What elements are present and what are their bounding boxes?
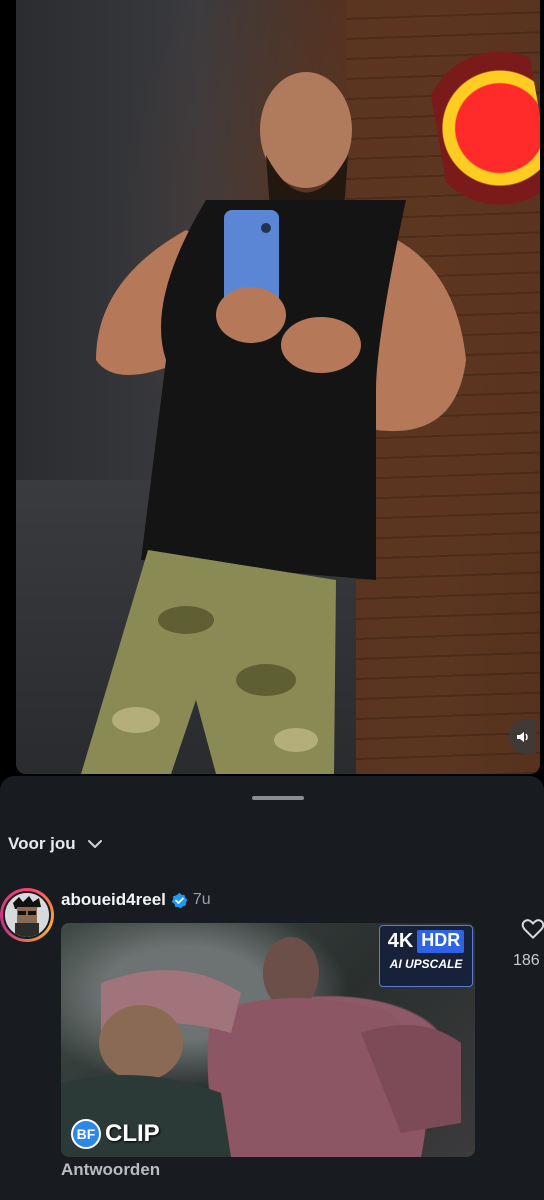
clip-logo-icon: BF [71,1119,101,1149]
chevron-down-icon [87,840,102,848]
clip-badge: BF CLIP [71,1119,160,1149]
like-button[interactable] [518,916,544,947]
feed-label: Voor jou [8,834,76,853]
heart-icon [521,919,544,939]
reply-link[interactable]: Antwoorden [61,1160,160,1180]
feed-selector[interactable]: Voor jou [8,834,104,854]
clip-label: CLIP [105,1120,160,1147]
mute-toggle[interactable] [510,720,536,754]
username[interactable]: aboueid4reel [61,890,166,910]
verified-badge-icon [171,892,188,908]
post-header: aboueid4reel 7u [61,890,211,910]
avatar-image [3,891,51,939]
comments-sheet: Voor jou aboueid4reel 7u 4K HDR AI UPSCA… [0,776,544,1200]
post-photo[interactable] [16,0,540,774]
post-time: 7u [192,891,211,908]
badge-ai-upscale: AI UPSCALE [389,957,463,971]
person-figure [81,72,466,774]
quality-badge: 4K HDR AI UPSCALE [379,925,473,987]
badge-4k: 4K [387,930,414,952]
video-thumbnail[interactable]: 4K HDR AI UPSCALE BF CLIP [61,923,475,1157]
badge-hdr: HDR [417,930,465,953]
avatar[interactable] [0,888,54,942]
sheet-grabber[interactable] [252,796,304,800]
speaker-icon [517,732,528,742]
like-count: 186 [513,952,540,969]
